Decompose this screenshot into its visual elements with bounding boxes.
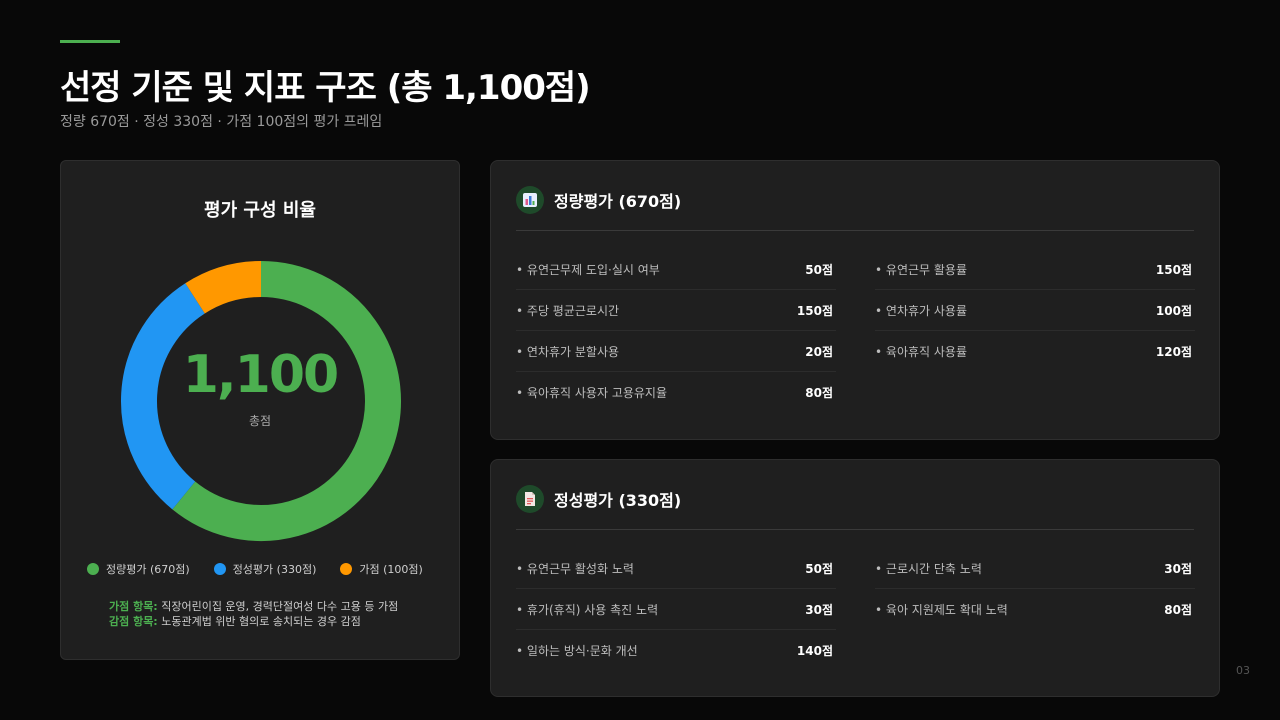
criteria-points: 140점 (796, 644, 833, 658)
qual-eval-card: 정성평가 (330점) 유연근무 활성화 노력 50점 휴가(휴직) 사용 촉진… (490, 459, 1220, 697)
legend-item-bonus: 가점 (100점) (340, 561, 423, 577)
criteria-points: 80점 (805, 386, 833, 400)
criteria-row: 주당 평균근로시간 150점 (516, 290, 836, 331)
criteria-label: 근로시간 단축 노력 (875, 560, 982, 577)
criteria-label: 육아휴직 사용률 (875, 343, 967, 360)
qual-card-title: 정성평가 (330점) (554, 491, 682, 510)
legend-label: 가점 (100점) (359, 563, 423, 576)
total-score-label: 총점 (248, 414, 272, 428)
criteria-points: 80점 (1164, 603, 1192, 617)
criteria-row: 육아휴직 사용률 120점 (875, 331, 1195, 372)
ratio-panel: 평가 구성 비율 1,100 총점 정량평가 (670점) 정성평가 (330점… (60, 160, 460, 660)
chart-legend: 정량평가 (670점) 정성평가 (330점) 가점 (100점) (87, 561, 439, 577)
criteria-row: 휴가(휴직) 사용 촉진 노력 30점 (516, 589, 836, 630)
chart-title: 평가 구성 비율 (204, 200, 316, 221)
criteria-points: 30점 (1164, 561, 1192, 576)
criteria-row: 유연근무제 도입·실시 여부 50점 (516, 249, 836, 290)
legend-label: 정성평가 (330점) (232, 563, 317, 576)
title-accent-bar (60, 40, 120, 43)
total-score-value: 1,100 (182, 345, 339, 405)
quant-card-title: 정량평가 (670점) (554, 192, 682, 211)
criteria-row: 일하는 방식·문화 개선 140점 (516, 630, 836, 671)
criteria-points: 120점 (1155, 345, 1192, 359)
criteria-label: 연차휴가 분할사용 (516, 343, 619, 360)
document-icon (516, 485, 544, 513)
page-number: 03 (1236, 664, 1250, 677)
criteria-points: 100점 (1155, 303, 1192, 318)
bonus-note: 가점 항목: 직장어린이집 운영, 경력단절여성 다수 고용 등 가점 (109, 599, 398, 614)
criteria-row: 육아 지원제도 확대 노력 80점 (875, 589, 1195, 630)
bar-chart-icon (516, 186, 544, 214)
criteria-label: 유연근무 활용률 (875, 261, 967, 278)
criteria-row: 유연근무 활용률 150점 (875, 249, 1195, 290)
criteria-points: 20점 (805, 344, 833, 359)
quant-col-right: 유연근무 활용률 150점 연차휴가 사용률 100점 육아휴직 사용률 120… (875, 249, 1195, 372)
penalty-note: 감점 항목: 노동관계법 위반 혐의로 송치되는 경우 감점 (109, 614, 398, 629)
legend-item-qual: 정성평가 (330점) (213, 561, 317, 577)
quant-col-left: 유연근무제 도입·실시 여부 50점 주당 평균근로시간 150점 연차휴가 분… (516, 249, 836, 413)
divider (516, 230, 1194, 231)
criteria-row: 연차휴가 사용률 100점 (875, 290, 1195, 331)
criteria-label: 연차휴가 사용률 (875, 302, 967, 319)
bonus-note-text: 직장어린이집 운영, 경력단절여성 다수 고용 등 가점 (157, 600, 399, 613)
quant-eval-card: 정량평가 (670점) 유연근무제 도입·실시 여부 50점 주당 평균근로시간… (490, 160, 1220, 440)
criteria-row: 근로시간 단축 노력 30점 (875, 548, 1195, 589)
slice-bonus (185, 261, 262, 314)
page-subtitle: 정량 670점 · 정성 330점 · 가점 100점의 평가 프레임 (60, 114, 383, 130)
quant-card-header: 정량평가 (670점) (516, 186, 681, 214)
criteria-points: 150점 (796, 303, 833, 318)
criteria-label: 주당 평균근로시간 (516, 302, 619, 319)
score-notes: 가점 항목: 직장어린이집 운영, 경력단절여성 다수 고용 등 가점 감점 항… (109, 599, 398, 629)
criteria-points: 50점 (805, 262, 833, 277)
qual-card-header: 정성평가 (330점) (516, 485, 681, 513)
legend-dot-orange (340, 563, 353, 575)
page-title: 선정 기준 및 지표 구조 (총 1,100점) (60, 68, 591, 108)
criteria-label: 유연근무제 도입·실시 여부 (516, 261, 660, 278)
divider (516, 529, 1194, 530)
legend-item-quant: 정량평가 (670점) (87, 561, 190, 577)
criteria-points: 30점 (805, 602, 833, 617)
criteria-points: 50점 (805, 561, 833, 576)
criteria-label: 유연근무 활성화 노력 (516, 560, 634, 577)
qual-col-right: 근로시간 단축 노력 30점 육아 지원제도 확대 노력 80점 (875, 548, 1195, 630)
criteria-row: 연차휴가 분할사용 20점 (516, 331, 836, 372)
criteria-label: 일하는 방식·문화 개선 (516, 642, 638, 659)
bonus-note-key: 가점 항목: (109, 600, 158, 613)
legend-dot-blue (213, 563, 226, 575)
legend-label: 정량평가 (670점) (106, 563, 190, 576)
criteria-label: 육아 지원제도 확대 노력 (875, 601, 1008, 618)
penalty-note-key: 감점 항목: (109, 615, 158, 628)
criteria-row: 유연근무 활성화 노력 50점 (516, 548, 836, 589)
criteria-label: 휴가(휴직) 사용 촉진 노력 (516, 601, 658, 618)
qual-col-left: 유연근무 활성화 노력 50점 휴가(휴직) 사용 촉진 노력 30점 일하는 … (516, 548, 836, 671)
legend-dot-green (87, 563, 99, 575)
penalty-note-text: 노동관계법 위반 혐의로 송치되는 경우 감점 (157, 615, 361, 628)
criteria-label: 육아휴직 사용자 고용유지율 (516, 384, 667, 401)
criteria-points: 150점 (1155, 262, 1192, 277)
criteria-row: 육아휴직 사용자 고용유지율 80점 (516, 372, 836, 413)
